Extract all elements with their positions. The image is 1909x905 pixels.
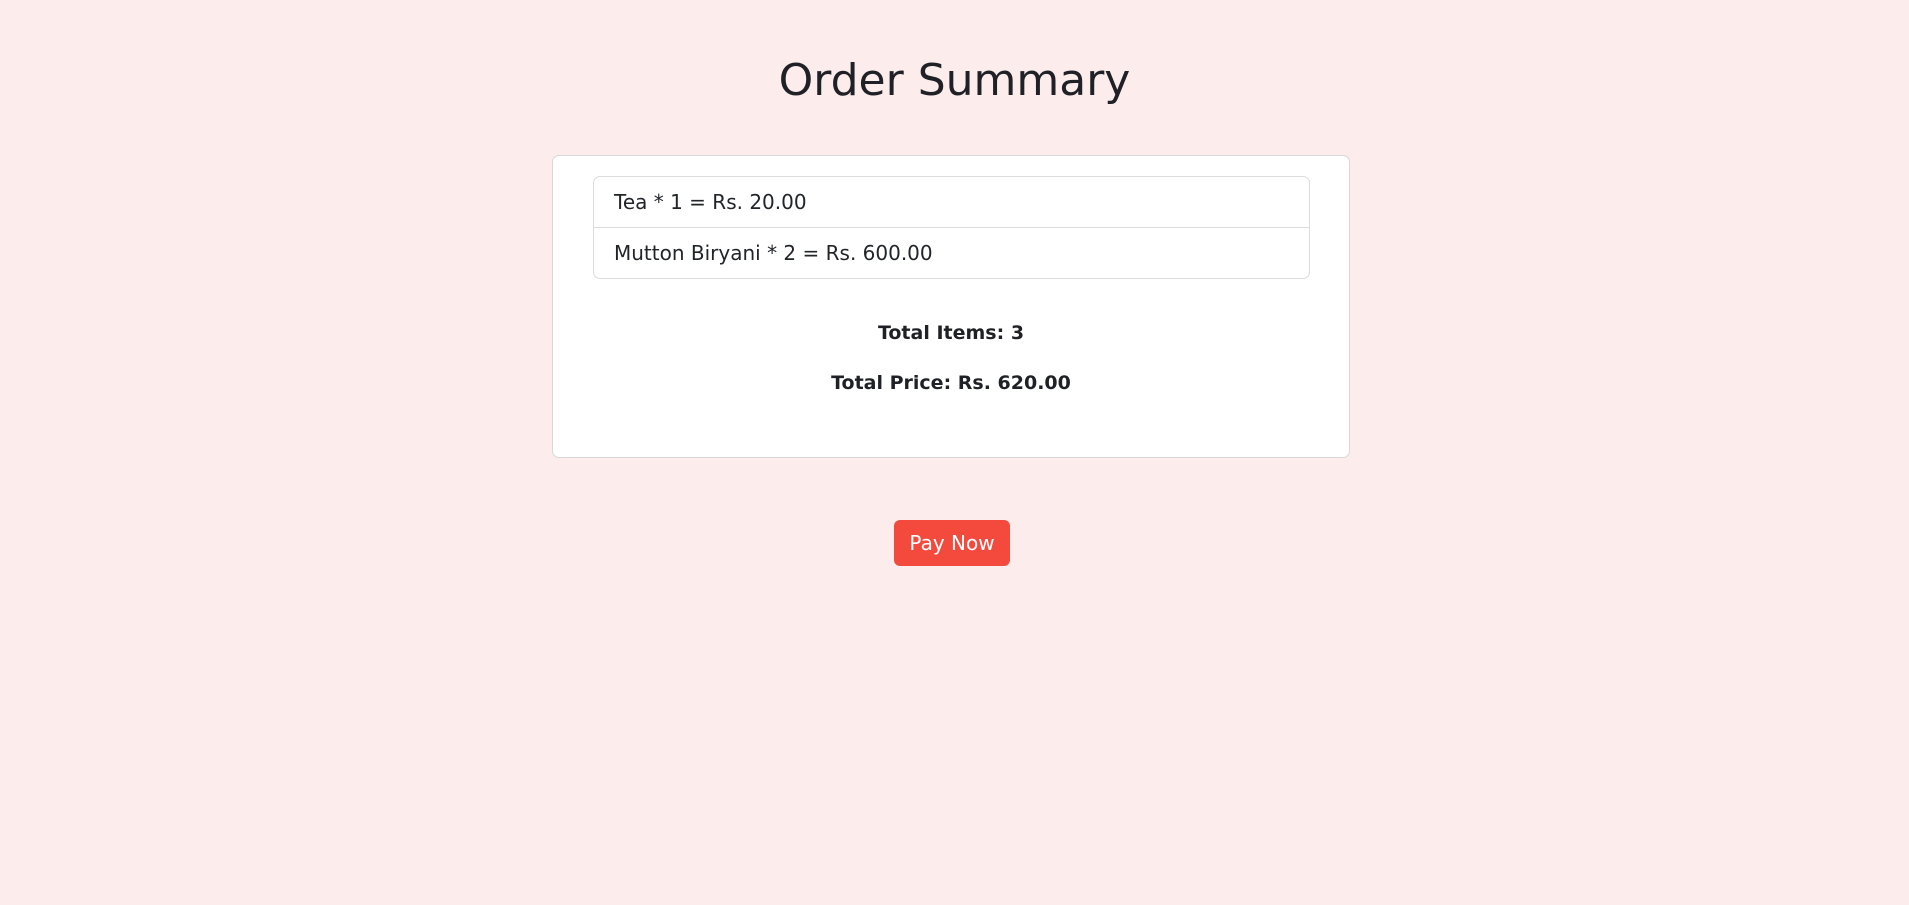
order-summary-card: Tea * 1 = Rs. 20.00 Mutton Biryani * 2 =… — [552, 155, 1350, 458]
total-items: Total Items: 3 — [877, 322, 1025, 344]
total-price: Total Price: Rs. 620.00 — [831, 372, 1071, 394]
order-item: Tea * 1 = Rs. 20.00 — [614, 190, 807, 214]
order-item: Mutton Biryani * 2 = Rs. 600.00 — [594, 227, 1309, 278]
page-title: Order Summary — [778, 55, 1131, 106]
order-summary-page: Order Summary Tea * 1 = Rs. 20.00 Mutton… — [0, 0, 1909, 905]
pay-now-button[interactable]: Pay Now — [894, 520, 1010, 566]
order-items-list: Tea * 1 = Rs. 20.00 Mutton Biryani * 2 =… — [593, 176, 1310, 279]
